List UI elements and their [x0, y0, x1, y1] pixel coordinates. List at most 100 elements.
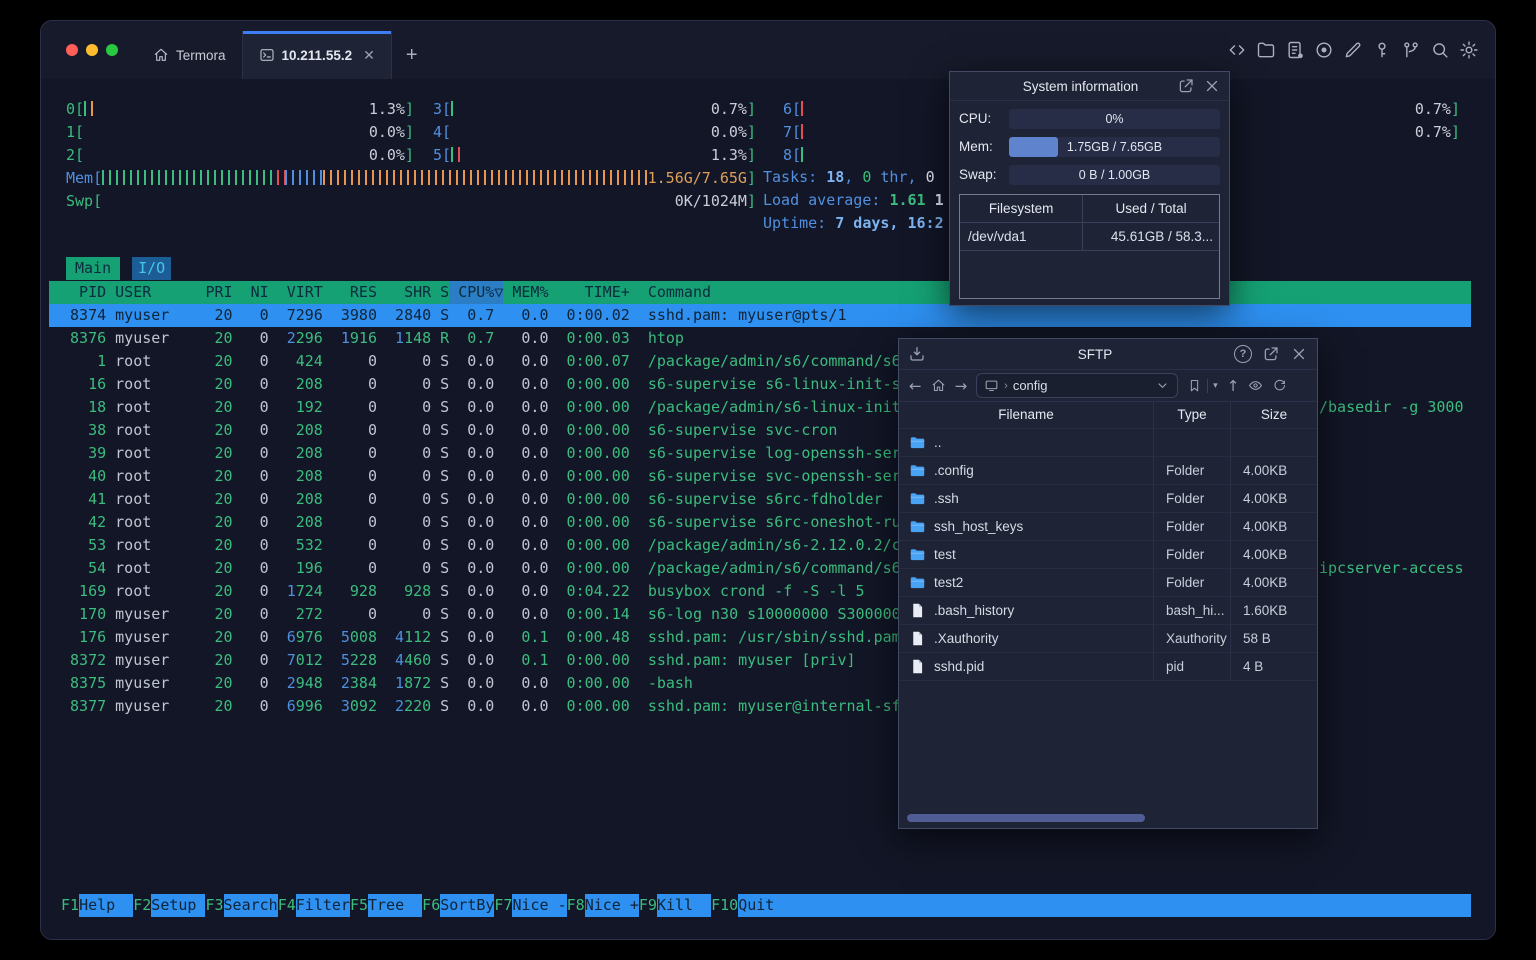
bookmark-dropdown-icon[interactable]: ▾	[1213, 380, 1218, 391]
open-in-new-icon[interactable]	[1262, 345, 1280, 363]
tasks-summary: Tasks: 18, 0 thr, 0	[763, 168, 944, 186]
folder-icon	[909, 546, 926, 563]
file-row[interactable]: test2 Folder 4.00KB	[899, 569, 1317, 597]
key-icon[interactable]	[1372, 40, 1392, 60]
swap-meter: Swp[0K/1024M]	[66, 191, 756, 210]
forward-icon[interactable]: →	[955, 377, 968, 395]
fkey-label-sortby[interactable]: SortBy	[440, 894, 495, 917]
settings-icon[interactable]	[1459, 40, 1479, 60]
type-column-header[interactable]: Type	[1153, 401, 1230, 428]
branch-icon[interactable]	[1401, 40, 1421, 60]
sftp-toolbar: ← → › config ▾ ↑	[899, 370, 1317, 402]
close-icon[interactable]	[1203, 77, 1221, 95]
cpu-usage-bar: 0%	[1009, 108, 1220, 129]
fkey-label-nice-[interactable]: Nice -	[512, 894, 567, 917]
fkey-label-quit[interactable]: Quit	[738, 894, 793, 917]
log-icon[interactable]	[1285, 40, 1305, 60]
folder-icon[interactable]	[1256, 40, 1276, 60]
app-window: Termora 10.211.55.2 ✕ + 0[1.3%] 1[0.0%] 2[…	[40, 20, 1496, 940]
fkey-f4[interactable]: F4	[278, 894, 296, 917]
close-tab-icon[interactable]: ✕	[363, 47, 375, 64]
fkey-f9[interactable]: F9	[639, 894, 657, 917]
mem-label: Mem:	[959, 139, 993, 154]
file-row[interactable]: .config Folder 4.00KB	[899, 457, 1317, 485]
fkey-label-help[interactable]: Help	[79, 894, 134, 917]
filesystem-table-header: Filesystem Used / Total	[960, 195, 1219, 223]
fkey-f1[interactable]: F1	[61, 894, 79, 917]
fkey-label-search[interactable]: Search	[223, 894, 278, 917]
fkey-f8[interactable]: F8	[567, 894, 585, 917]
chevron-down-icon[interactable]	[1155, 378, 1170, 393]
fkey-label-setup[interactable]: Setup	[151, 894, 206, 917]
folder-icon	[909, 574, 926, 591]
refresh-icon[interactable]	[1272, 378, 1287, 393]
fkey-label-nice-[interactable]: Nice +	[584, 894, 639, 917]
bookmark-icon[interactable]	[1187, 378, 1202, 393]
fkey-label-filter[interactable]: Filter	[295, 894, 350, 917]
file-row[interactable]: ssh_host_keys Folder 4.00KB	[899, 513, 1317, 541]
help-icon[interactable]: ?	[1234, 345, 1252, 363]
home-icon[interactable]	[931, 378, 946, 393]
download-icon[interactable]	[908, 345, 926, 363]
fkey-f3[interactable]: F3	[205, 894, 223, 917]
active-tab-label: 10.211.55.2	[281, 47, 353, 63]
fkey-label-kill[interactable]: Kill	[656, 894, 712, 917]
process-table-header[interactable]: PID USER PRI NI VIRT RES SHR S CPU% ▽ MEM% TIME+ Com…	[49, 281, 1471, 304]
swap-usage-row: Swap: 0 B / 1.00GB	[959, 164, 1220, 185]
fkey-label-tree[interactable]: Tree	[368, 894, 423, 917]
filesystem-column-header: Filesystem	[988, 201, 1054, 216]
pencil-icon[interactable]	[1343, 40, 1363, 60]
process-row[interactable]: 8374 myuser 20 0 7296 3980 2840 S 0.7 0.0 0:00.02…	[49, 304, 1471, 327]
open-in-new-icon[interactable]	[1177, 77, 1195, 95]
tab-termora-home[interactable]: Termora	[137, 31, 242, 79]
current-path: config	[1012, 378, 1048, 393]
memory-meter: Mem[1.56G/7.65G]	[66, 168, 756, 187]
fkey-f2[interactable]: F2	[133, 894, 151, 917]
folder-icon	[909, 490, 926, 507]
mem-usage-bar: 1.75GB / 7.65GB	[1009, 136, 1220, 157]
code-icon[interactable]	[1227, 40, 1247, 60]
fkey-f5[interactable]: F5	[350, 894, 368, 917]
filesystem-table: Filesystem Used / Total /dev/vda1 45.61GB…	[959, 194, 1220, 299]
search-icon[interactable]	[1430, 40, 1450, 60]
tab-active-session[interactable]: 10.211.55.2 ✕	[241, 31, 392, 79]
close-window-button[interactable]	[66, 44, 78, 56]
home-icon	[153, 47, 169, 63]
new-tab-button[interactable]: +	[392, 31, 432, 79]
tab-io[interactable]: I/O	[132, 257, 172, 280]
breadcrumb-separator: ›	[1004, 379, 1008, 392]
filesystem-row: /dev/vda1 45.61GB / 58.3...	[960, 223, 1219, 251]
back-icon[interactable]: ←	[909, 377, 922, 395]
zoom-window-button[interactable]	[106, 44, 118, 56]
htop-screen-tabs: Main I/O	[66, 257, 172, 280]
file-row[interactable]: .bash_history bash_hi... 1.60KB	[899, 597, 1317, 625]
cpu-meter-2: 2[0.0%]	[66, 145, 414, 164]
horizontal-scrollbar[interactable]	[907, 814, 1146, 822]
file-row[interactable]: ..	[899, 429, 1317, 457]
fkey-f6[interactable]: F6	[422, 894, 440, 917]
file-row[interactable]: sshd.pid pid 4 B	[899, 653, 1317, 681]
file-row[interactable]: .ssh Folder 4.00KB	[899, 485, 1317, 513]
filename-column-header[interactable]: Filename	[899, 401, 1153, 428]
monitor-icon	[984, 378, 999, 393]
size-column-header[interactable]: Size	[1230, 401, 1317, 428]
close-icon[interactable]	[1290, 345, 1308, 363]
cpu-value: 0%	[1105, 111, 1124, 126]
bookmark-control[interactable]: ▾	[1187, 378, 1218, 393]
file-row[interactable]: test Folder 4.00KB	[899, 541, 1317, 569]
record-icon[interactable]	[1314, 40, 1334, 60]
up-directory-icon[interactable]: ↑	[1227, 377, 1240, 395]
folder-icon	[909, 518, 926, 535]
minimize-window-button[interactable]	[86, 44, 98, 56]
fkey-f10[interactable]: F10	[711, 894, 738, 917]
file-row[interactable]: .Xauthority Xauthority 58 B	[899, 625, 1317, 653]
fkey-f7[interactable]: F7	[494, 894, 512, 917]
tab-main[interactable]: Main	[66, 257, 121, 280]
file-icon	[909, 630, 926, 647]
path-breadcrumb[interactable]: › config	[976, 373, 1179, 398]
screen: Termora 10.211.55.2 ✕ + 0[1.3%] 1[0.0%] 2[…	[0, 0, 1536, 960]
file-table: Filename Type Size .. .config Folder 4.00KB…	[899, 401, 1317, 806]
mem-value: 1.75GB / 7.65GB	[1066, 139, 1163, 154]
eye-icon[interactable]	[1248, 378, 1263, 393]
cpu-usage-row: CPU: 0%	[959, 108, 1220, 129]
